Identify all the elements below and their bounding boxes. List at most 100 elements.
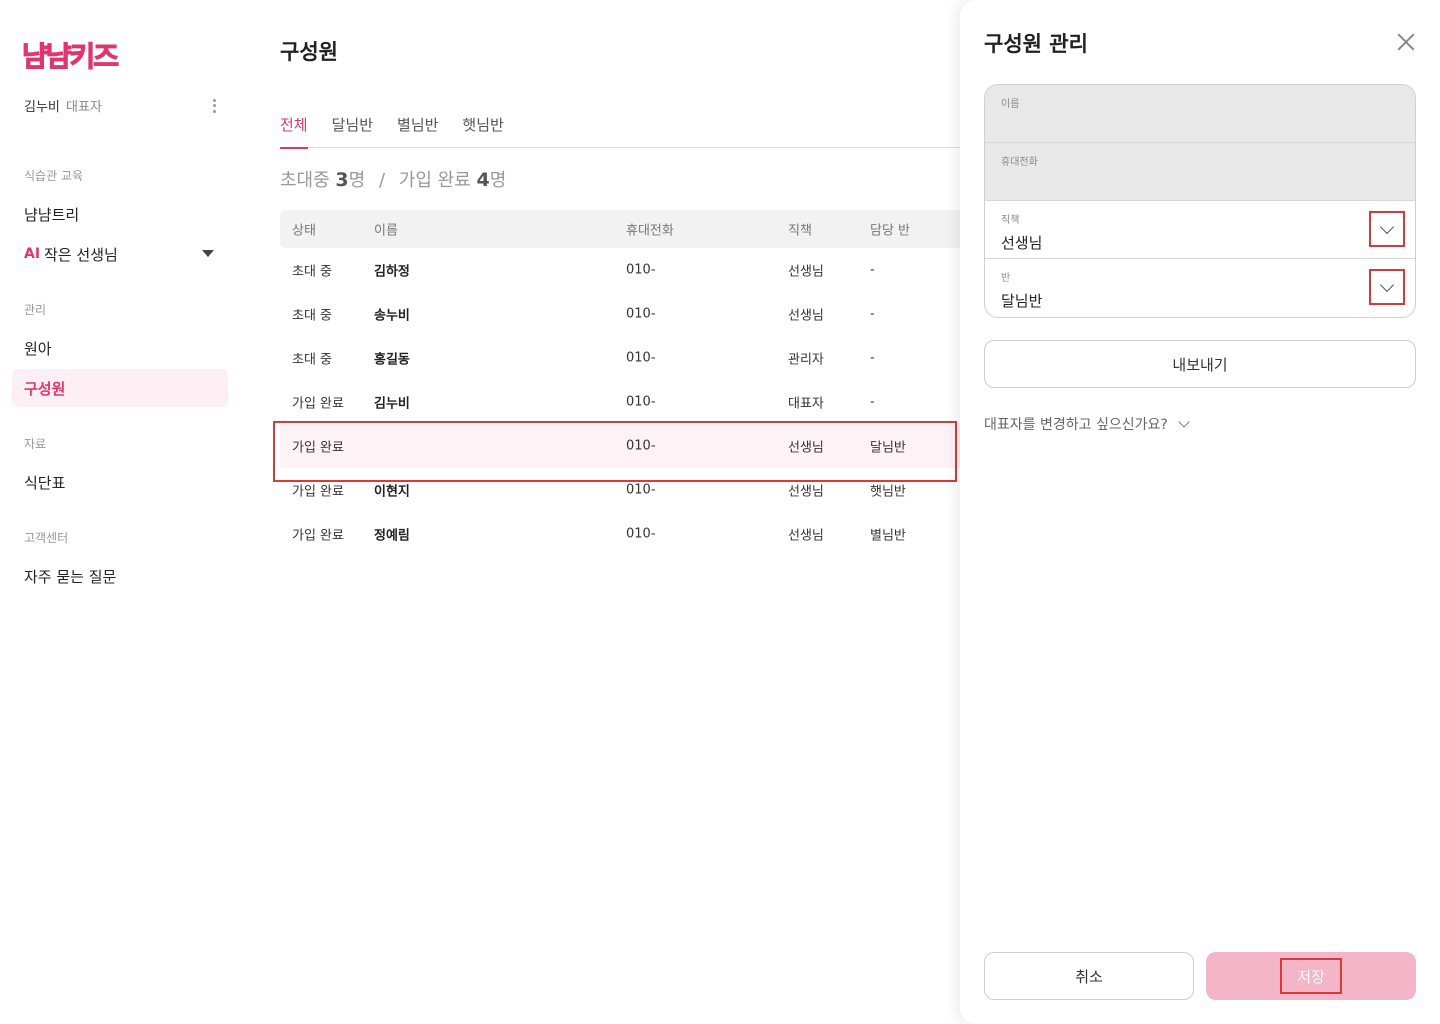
class-select[interactable]: 반 달님반 (985, 259, 1415, 317)
change-representative-toggle[interactable]: 대표자를 변경하고 싶으신가요? (984, 414, 1190, 434)
name-field: 이름 (985, 85, 1415, 143)
cell-class: - (870, 350, 875, 366)
member-form: 이름 휴대전화 직책 선생님 반 달님반 (984, 84, 1416, 318)
cell-status: 초대 중 (292, 308, 333, 324)
page-title: 구성원 (280, 40, 338, 64)
sidebar-item-label: 식단표 (24, 473, 66, 492)
cell-status: 가입 완료 (292, 396, 344, 412)
sidebar-item-ai-teacher[interactable]: AI 작은 선생님 (12, 235, 228, 273)
cell-position: 대표자 (788, 396, 824, 412)
cell-name: 김하정 (374, 264, 410, 280)
table-header: 상태 이름 휴대전화 직책 담당 반 (280, 210, 960, 248)
cell-status: 가입 완료 (292, 440, 344, 456)
logo[interactable]: 냠냠키즈 (21, 36, 119, 74)
chevron-down-icon[interactable] (1369, 269, 1405, 305)
cell-name: 정예림 (374, 528, 410, 544)
sidebar-item-kids[interactable]: 원아 (12, 329, 228, 367)
cell-phone: 010- (626, 350, 656, 366)
cell-position: 선생님 (788, 528, 824, 544)
sidebar-item-menu[interactable]: 식단표 (12, 463, 228, 501)
phone-field-label: 휴대전화 (1001, 157, 1038, 168)
phone-field: 휴대전화 (985, 143, 1415, 201)
cancel-button[interactable]: 취소 (984, 952, 1194, 1000)
cell-class: 별님반 (870, 528, 906, 544)
nav-section-education: 식습관 교육 (24, 169, 84, 183)
chevron-down-icon[interactable] (1369, 211, 1405, 247)
table-row-selected[interactable]: 가입 완료 010- 선생님 달님반 (280, 424, 960, 468)
export-button[interactable]: 내보내기 (984, 340, 1416, 388)
more-menu-icon[interactable] (208, 97, 220, 115)
summary-separator: / (378, 170, 386, 191)
save-button[interactable]: 저장 (1206, 952, 1416, 1000)
cell-status: 가입 완료 (292, 484, 344, 500)
cell-name: 김누비 (374, 396, 410, 412)
cell-class: 달님반 (870, 440, 906, 456)
invited-count: 3 (335, 169, 349, 191)
cell-class: 햇님반 (870, 484, 906, 500)
nav-section-resources: 자료 (24, 437, 47, 451)
header-name: 이름 (374, 223, 398, 239)
cell-name: 홍길동 (374, 352, 410, 368)
tab-star[interactable]: 별님반 (397, 108, 438, 148)
drawer-title: 구성원 관리 (984, 32, 1088, 56)
header-position: 직책 (788, 223, 812, 239)
table-row[interactable]: 가입 완료 이현지 010- 선생님 햇님반 (280, 468, 960, 512)
header-phone: 휴대전화 (626, 223, 674, 239)
cell-status: 가입 완료 (292, 528, 344, 544)
sidebar-item-members[interactable]: 구성원 (12, 369, 228, 407)
tab-sun[interactable]: 햇님반 (462, 108, 503, 148)
class-field-label: 반 (1001, 273, 1011, 284)
sidebar-item-label: 구성원 (24, 379, 66, 398)
sidebar-item-label: 작은 선생님 (44, 245, 118, 264)
change-representative-label: 대표자를 변경하고 싶으신가요? (984, 417, 1168, 433)
nav-section-support: 고객센터 (24, 531, 69, 545)
table-row[interactable]: 가입 완료 김누비 010- 대표자 - (280, 380, 960, 424)
sidebar-item-faq[interactable]: 자주 묻는 질문 (12, 557, 228, 595)
cell-class: - (870, 306, 875, 322)
position-select[interactable]: 직책 선생님 (985, 201, 1415, 259)
user-name: 김누비 대표자 (24, 96, 102, 115)
sidebar-item-nyam-tree[interactable]: 냠냠트리 (12, 195, 228, 233)
cell-phone: 010- (626, 438, 656, 454)
sidebar: 냠냠키즈 김누비 대표자 식습관 교육 냠냠트리 AI 작은 선생님 관리 원아… (0, 0, 240, 1024)
cell-phone: 010- (626, 482, 656, 498)
tab-all[interactable]: 전체 (280, 108, 308, 149)
table-row[interactable]: 초대 중 홍길동 010- 관리자 - (280, 336, 960, 380)
caret-down-icon[interactable] (202, 250, 214, 257)
cell-class: - (870, 262, 875, 278)
position-field-value: 선생님 (1001, 234, 1043, 252)
table-row[interactable]: 가입 완료 정예림 010- 선생님 별님반 (280, 512, 960, 556)
members-table: 상태 이름 휴대전화 직책 담당 반 초대 중 김하정 010- 선생님 - 초… (280, 210, 960, 556)
member-manage-drawer: 구성원 관리 이름 휴대전화 직책 선생님 반 달님반 내보내기 대표자를 변경… (960, 0, 1440, 1024)
cell-phone: 010- (626, 394, 656, 410)
invited-label: 초대중 (280, 170, 330, 191)
position-field-label: 직책 (1001, 215, 1020, 226)
header-class: 담당 반 (870, 223, 911, 239)
logo-text: 냠냠키즈 (21, 40, 119, 74)
cell-position: 선생님 (788, 308, 824, 324)
cell-position: 선생님 (788, 440, 824, 456)
cell-status: 초대 중 (292, 352, 333, 368)
cell-phone: 010- (626, 526, 656, 542)
class-tabs: 전체 달님반 별님반 햇님반 (280, 108, 960, 149)
cell-position: 선생님 (788, 484, 824, 500)
joined-label: 가입 완료 (398, 170, 471, 191)
cell-phone: 010- (626, 306, 656, 322)
close-icon[interactable] (1394, 30, 1418, 54)
user-role: 대표자 (66, 100, 102, 115)
nav-section-manage: 관리 (24, 303, 47, 317)
cell-phone: 010- (626, 262, 656, 278)
table-row[interactable]: 초대 중 김하정 010- 선생님 - (280, 248, 960, 292)
tab-moon[interactable]: 달님반 (332, 108, 373, 148)
user-name-text: 김누비 (24, 100, 60, 115)
name-field-label: 이름 (1001, 99, 1020, 110)
joined-unit: 명 (489, 170, 507, 191)
ai-badge: AI (24, 246, 41, 262)
user-row: 김누비 대표자 (24, 96, 220, 115)
chevron-down-icon (1178, 415, 1190, 428)
cell-position: 관리자 (788, 352, 824, 368)
table-row[interactable]: 초대 중 송누비 010- 선생님 - (280, 292, 960, 336)
cell-position: 선생님 (788, 264, 824, 280)
joined-count: 4 (476, 169, 490, 191)
cell-class: - (870, 394, 875, 410)
